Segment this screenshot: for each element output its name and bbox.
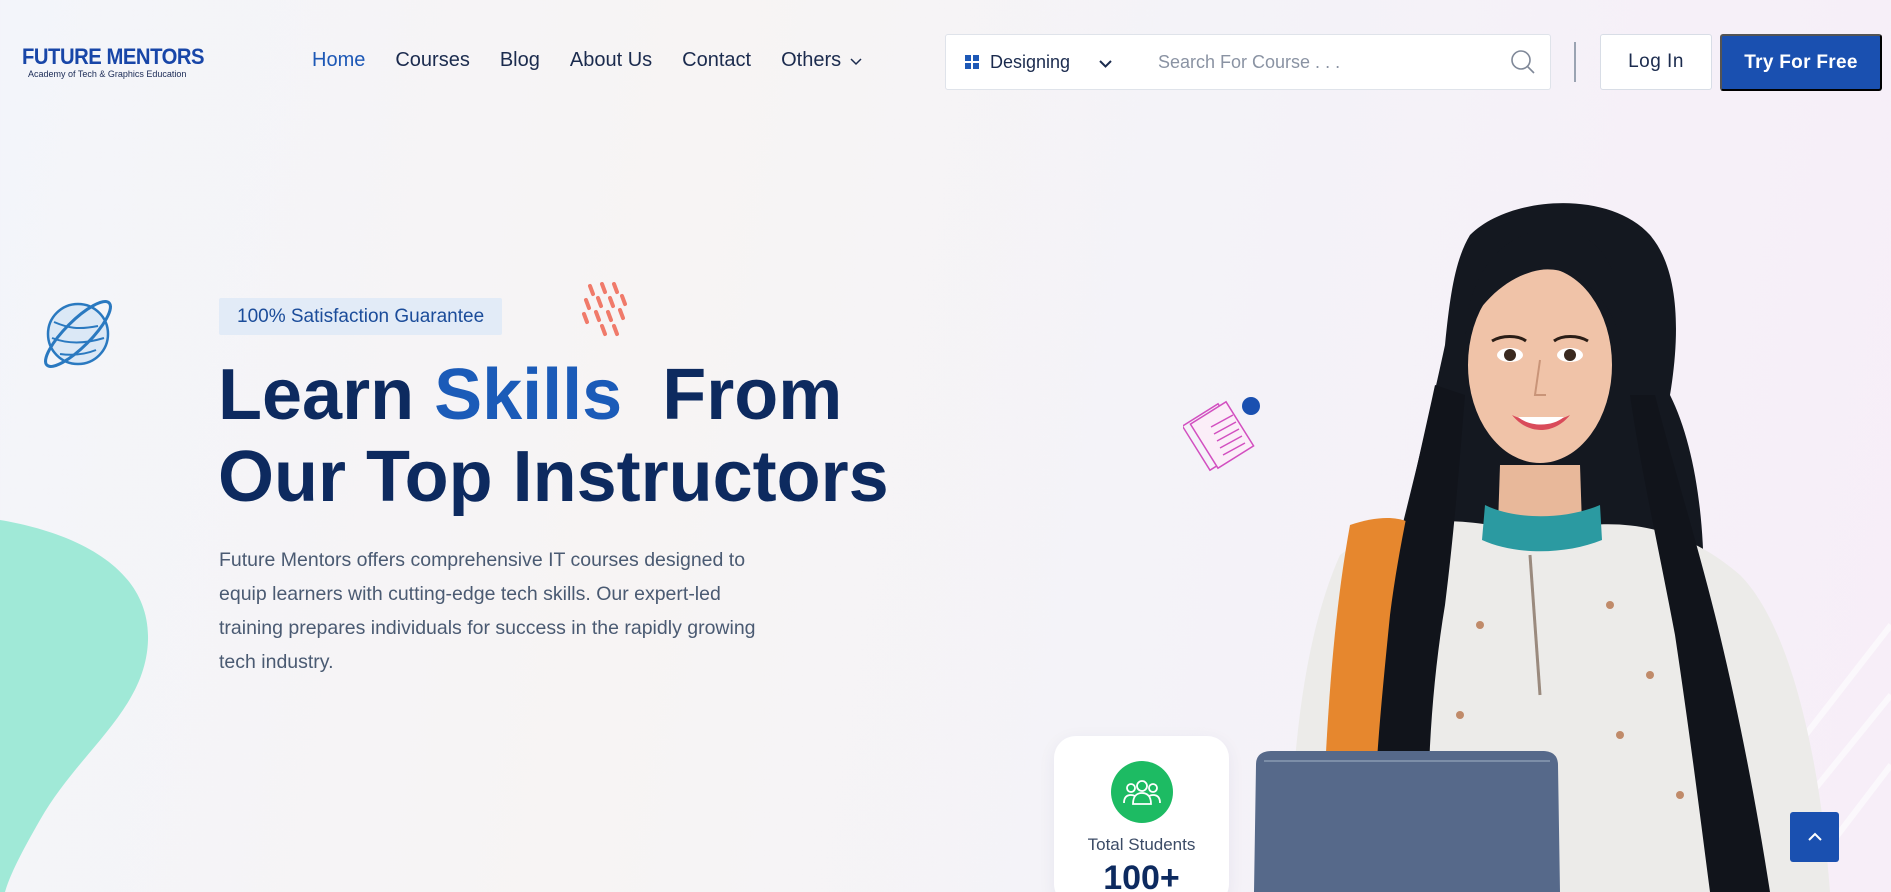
headline-part2: From [622,355,843,435]
decorative-dashes [582,282,627,336]
search-icon[interactable] [1510,49,1536,75]
chevron-up-icon [1807,832,1822,841]
planet-icon [44,300,112,368]
brand-name: FUTURE MENTORS [22,44,205,69]
grid-icon [965,55,979,69]
chevron-down-icon [1099,60,1112,68]
instructor-photo [1254,203,1891,892]
headline-highlight: Skills [434,355,623,435]
search-bar [1131,34,1551,90]
nav-item-about-us[interactable]: About Us [570,49,652,72]
login-button[interactable]: Log In [1600,34,1712,90]
hero-headline: Learn Skills From Our Top Instructors [218,354,889,518]
header-divider [1574,42,1576,82]
decorative-blob [0,520,149,892]
users-group-icon [1110,761,1173,823]
brand-tagline: Academy of Tech & Graphics Education [28,69,187,79]
category-select[interactable]: Designing [945,34,1132,90]
category-select-value: Designing [990,51,1071,72]
nav-item-others-label: Others [781,49,842,71]
stats-label: Total Students [1087,835,1196,854]
nav-item-home[interactable]: Home [312,49,365,72]
total-students-card: Total Students 100+ [1054,736,1229,892]
nav-item-courses[interactable]: Courses [395,49,469,72]
stats-value: 100+ [1103,859,1180,892]
hero-description: Future Mentors offers comprehensive IT c… [219,549,756,673]
brand-logo[interactable]: FUTURE MENTORS Academy of Tech & Graphic… [22,44,205,80]
search-input[interactable] [1131,35,1471,89]
nav-item-others[interactable]: Others [781,49,863,72]
headline-part1: Learn [218,355,435,435]
nav-item-blog[interactable]: Blog [500,49,540,72]
users-group-glyph [1122,780,1161,805]
nav-item-contact[interactable]: Contact [682,49,751,72]
chevron-down-icon [850,57,862,65]
satisfaction-badge: 100% Satisfaction Guarantee [219,298,503,335]
try-for-free-button[interactable]: Try For Free [1720,34,1882,91]
scroll-to-top-button[interactable] [1790,812,1839,862]
main-nav: Home Courses Blog About Us Contact Other… [312,49,893,72]
headline-line2: Our Top Instructors [218,437,889,517]
